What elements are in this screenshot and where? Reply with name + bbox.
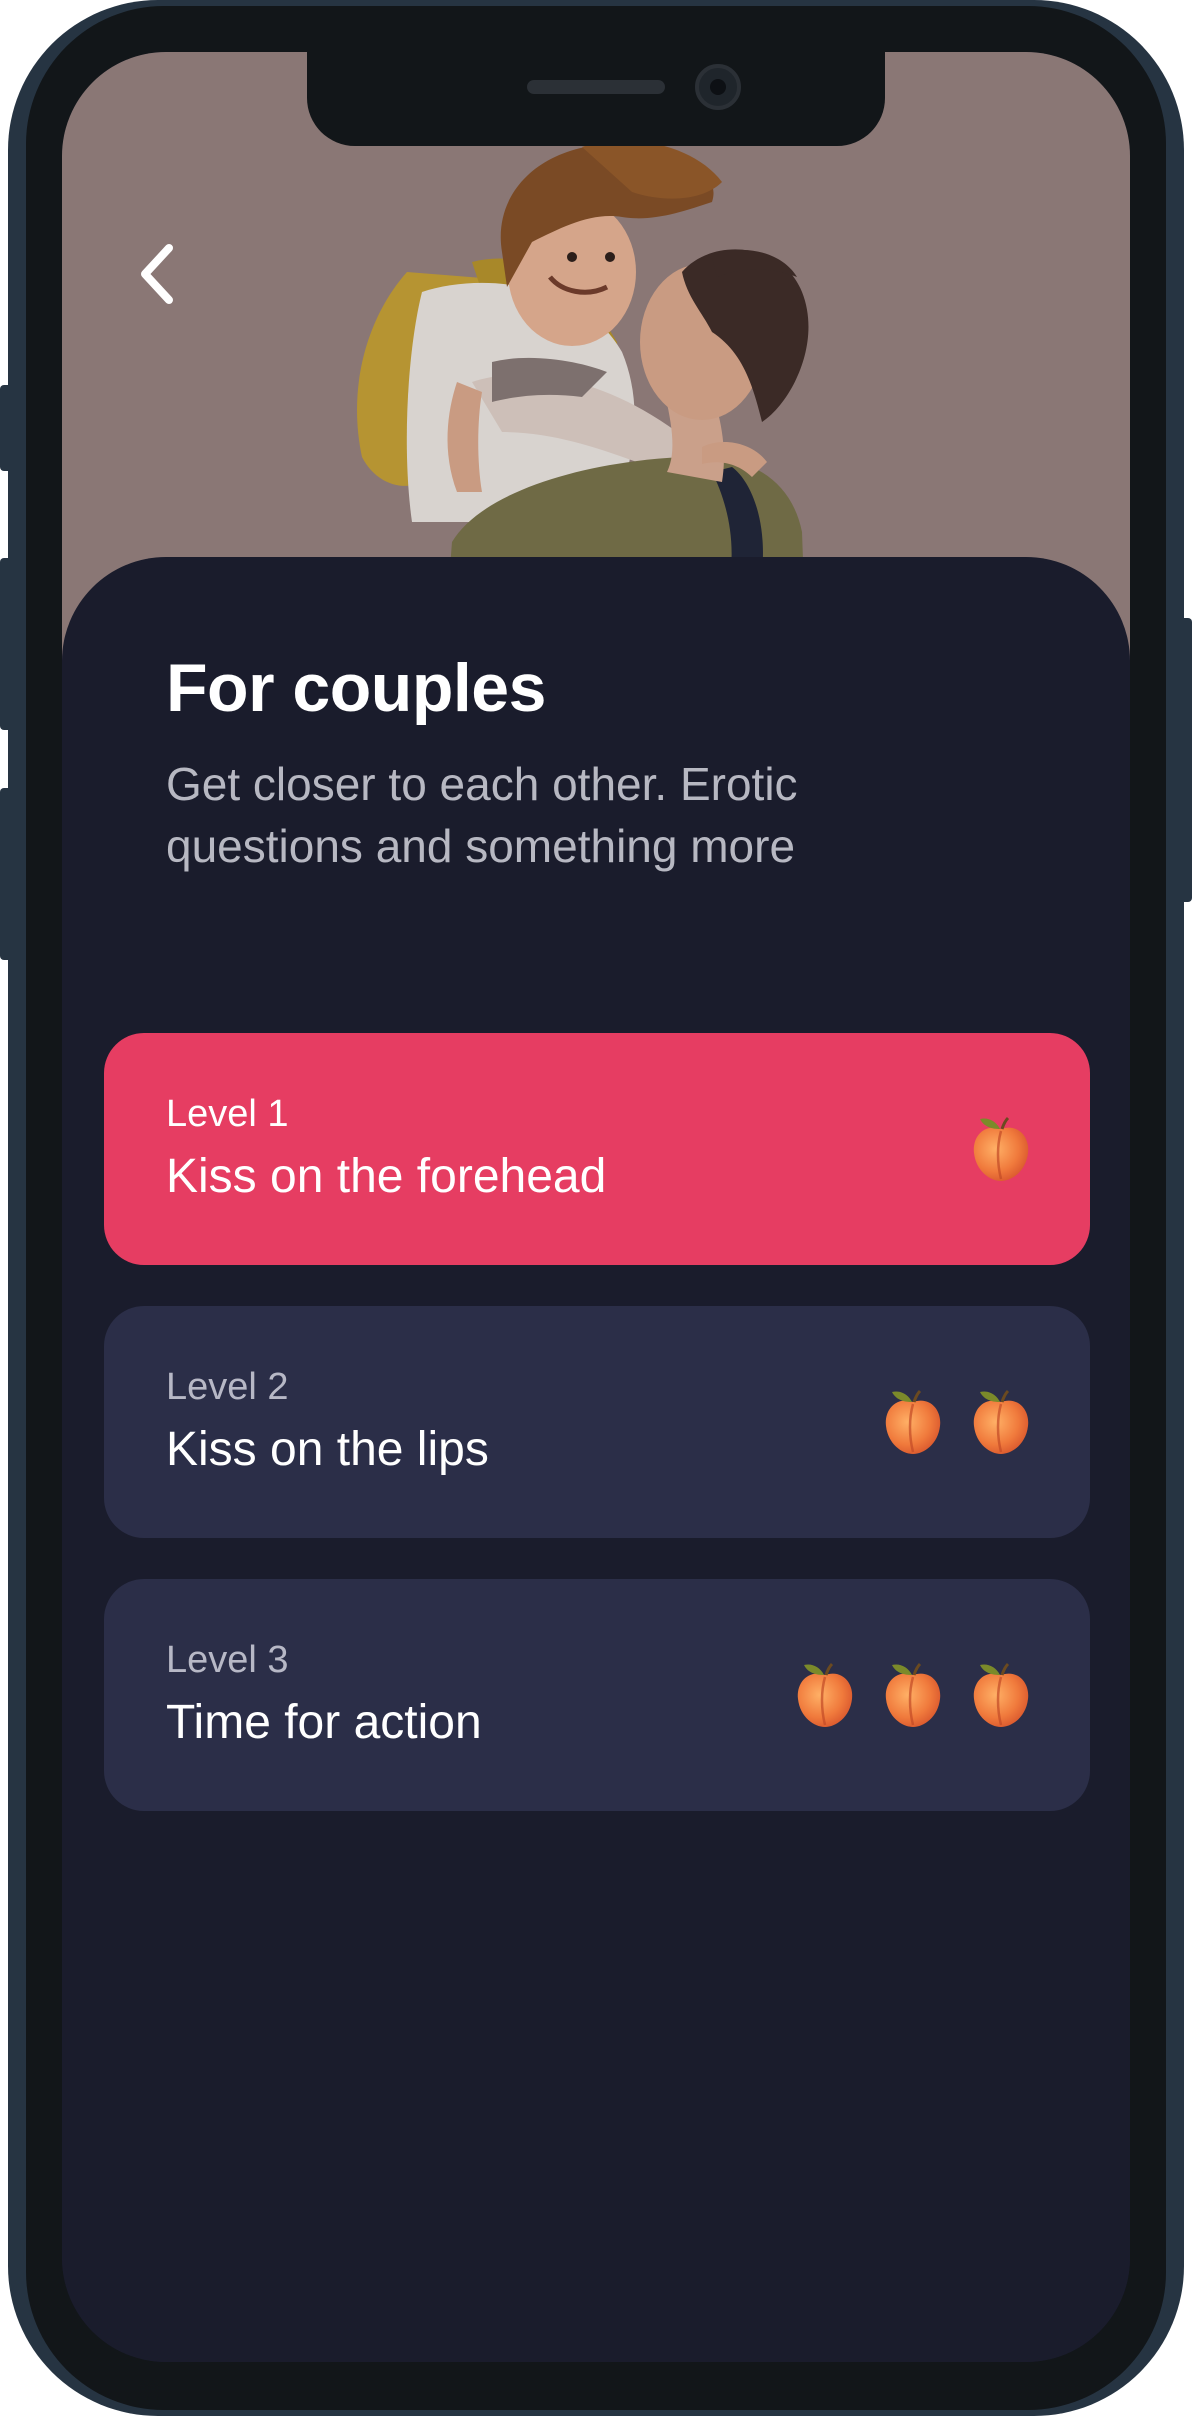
app-screen: For couples Get closer to each other. Er… xyxy=(62,52,1130,2362)
front-camera xyxy=(695,64,741,110)
content-sheet: For couples Get closer to each other. Er… xyxy=(62,557,1130,2362)
level-card-2[interactable]: Level 2 Kiss on the lips xyxy=(104,1306,1090,1538)
peach-rating xyxy=(882,1388,1032,1456)
level-title: Time for action xyxy=(166,1696,482,1749)
back-button[interactable] xyxy=(122,232,192,316)
level-title: Kiss on the lips xyxy=(166,1423,489,1476)
peach-icon xyxy=(973,1662,1029,1727)
peach-icon xyxy=(797,1662,853,1727)
page-subtitle: Get closer to each other. Erotic questio… xyxy=(166,758,798,872)
level-title: Kiss on the forehead xyxy=(166,1150,607,1203)
speaker-grille xyxy=(527,80,665,94)
level-card-1[interactable]: Level 1 Kiss on the forehead xyxy=(104,1033,1090,1265)
phone-notch xyxy=(307,52,885,146)
peach-icon xyxy=(973,1116,1029,1181)
level-label: Level 2 xyxy=(166,1366,289,1408)
level-label: Level 1 xyxy=(166,1093,289,1135)
peach-icon xyxy=(973,1389,1029,1454)
peach-rating xyxy=(794,1661,1032,1729)
page-title: For couples xyxy=(166,650,546,726)
level-card-3[interactable]: Level 3 Time for action xyxy=(104,1579,1090,1811)
peach-rating xyxy=(970,1115,1032,1183)
chevron-left-icon xyxy=(141,244,173,304)
peach-icon xyxy=(885,1389,941,1454)
level-label: Level 3 xyxy=(166,1639,289,1681)
peach-icon xyxy=(885,1662,941,1727)
